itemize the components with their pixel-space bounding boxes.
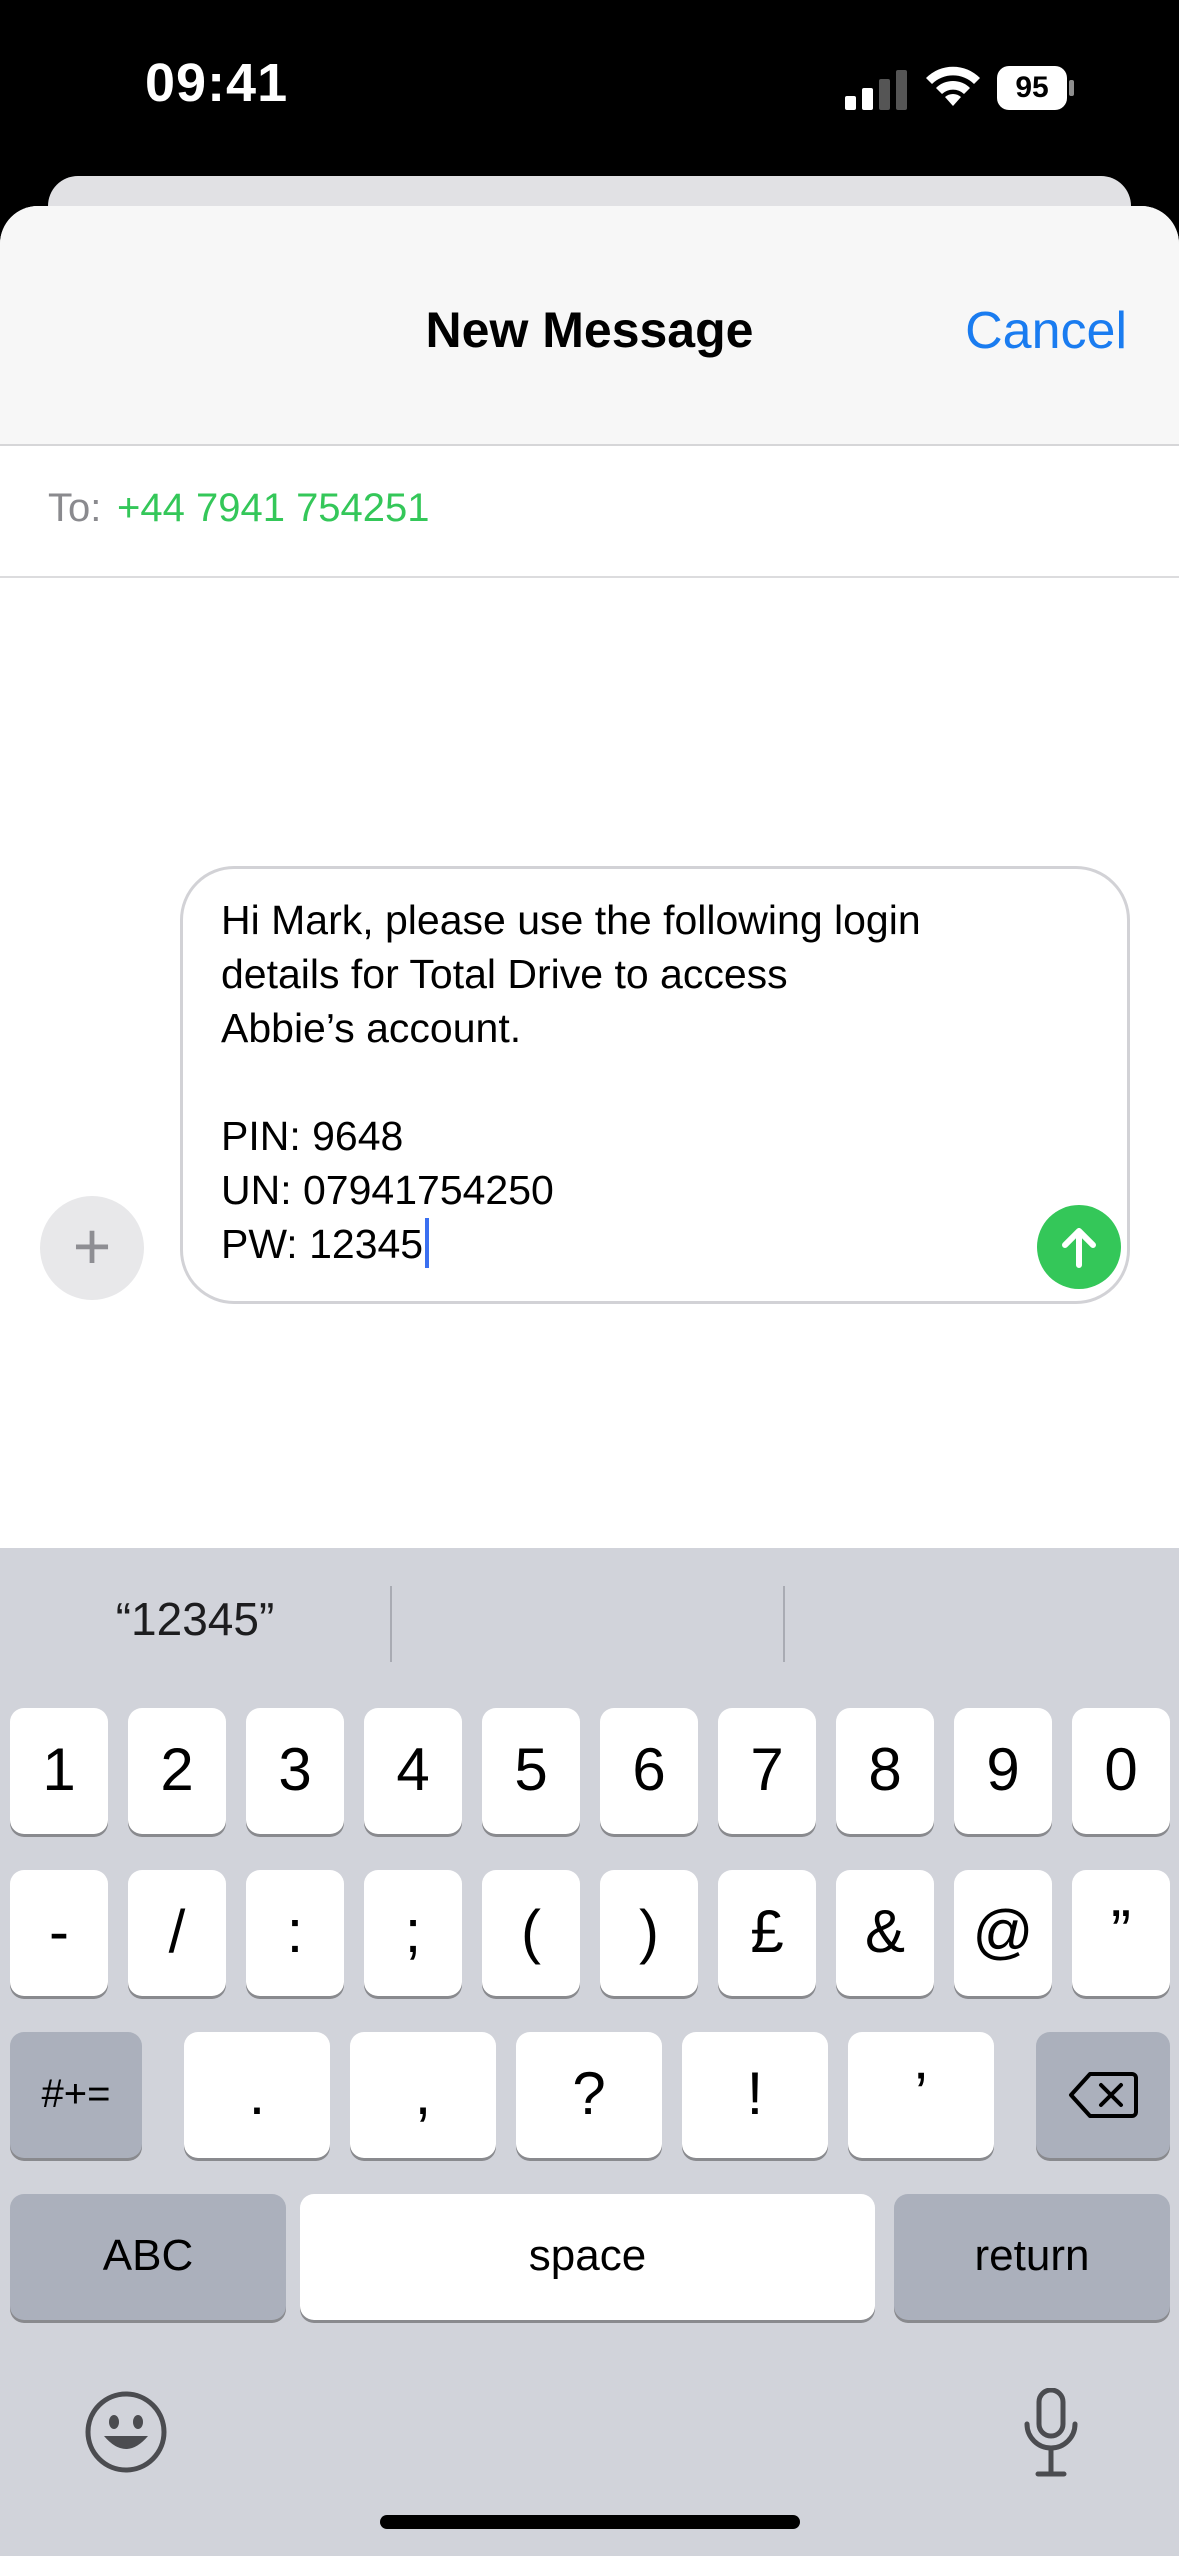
key-9[interactable]: 9	[954, 1708, 1052, 1834]
microphone-icon[interactable]	[1020, 2388, 1082, 2478]
key-quote[interactable]: ”	[1072, 1870, 1170, 1996]
key-colon[interactable]: :	[246, 1870, 344, 1996]
prediction-divider	[783, 1586, 785, 1662]
text-cursor	[425, 1218, 430, 1268]
battery-percentage: 95	[1015, 71, 1049, 104]
send-arrow-icon	[1062, 1228, 1096, 1268]
delete-button[interactable]	[1036, 2032, 1170, 2158]
key-apostrophe[interactable]: ’	[848, 2032, 994, 2158]
key-slash[interactable]: /	[128, 1870, 226, 1996]
to-label: To:	[48, 486, 102, 530]
key-4[interactable]: 4	[364, 1708, 462, 1834]
key-8[interactable]: 8	[836, 1708, 934, 1834]
key-open-paren[interactable]: (	[482, 1870, 580, 1996]
key-pound[interactable]: £	[718, 1870, 816, 1996]
wifi-icon	[926, 66, 980, 106]
add-attachment-button[interactable]: +	[40, 1196, 144, 1300]
key-close-paren[interactable]: )	[600, 1870, 698, 1996]
key-1[interactable]: 1	[10, 1708, 108, 1834]
navigation-bar: New Message Cancel	[0, 206, 1179, 446]
plus-icon: +	[72, 1209, 112, 1283]
key-2[interactable]: 2	[128, 1708, 226, 1834]
emoji-icon[interactable]	[84, 2390, 168, 2474]
status-bar: 09:41 95	[0, 0, 1179, 175]
message-text: Hi Mark, please use the following login …	[221, 897, 921, 1267]
key-7[interactable]: 7	[718, 1708, 816, 1834]
key-semicolon[interactable]: ;	[364, 1870, 462, 1996]
prediction-divider	[390, 1586, 392, 1662]
prediction-suggestion[interactable]: “12345”	[60, 1592, 330, 1646]
signal-icon	[845, 70, 907, 110]
key-0[interactable]: 0	[1072, 1708, 1170, 1834]
recipient-number[interactable]: +44 7941 754251	[117, 486, 430, 531]
key-exclamation[interactable]: !	[682, 2032, 828, 2158]
status-time: 09:41	[145, 53, 289, 113]
key-at[interactable]: @	[954, 1870, 1052, 1996]
keyboard: “12345” 1 2 3 4 5 6 7 8 9 0 - / : ; ( ) …	[0, 1548, 1179, 2556]
key-ampersand[interactable]: &	[836, 1870, 934, 1996]
key-more-symbols[interactable]: #+=	[10, 2032, 142, 2158]
delete-icon	[1069, 2072, 1138, 2118]
home-indicator[interactable]	[380, 2515, 800, 2529]
battery-icon: 95	[997, 66, 1075, 110]
recipient-field[interactable]: To: +44 7941 754251	[0, 446, 1179, 578]
space-bar[interactable]: space	[300, 2194, 875, 2320]
return-button[interactable]: return	[894, 2194, 1170, 2320]
cancel-button[interactable]: Cancel	[965, 301, 1127, 361]
send-button[interactable]	[1037, 1205, 1121, 1289]
key-period[interactable]: .	[184, 2032, 330, 2158]
key-5[interactable]: 5	[482, 1708, 580, 1834]
key-hyphen[interactable]: -	[10, 1870, 108, 1996]
key-comma[interactable]: ,	[350, 2032, 496, 2158]
abc-button[interactable]: ABC	[10, 2194, 286, 2320]
key-3[interactable]: 3	[246, 1708, 344, 1834]
key-question[interactable]: ?	[516, 2032, 662, 2158]
message-input[interactable]: Hi Mark, please use the following login …	[180, 866, 1130, 1304]
key-6[interactable]: 6	[600, 1708, 698, 1834]
